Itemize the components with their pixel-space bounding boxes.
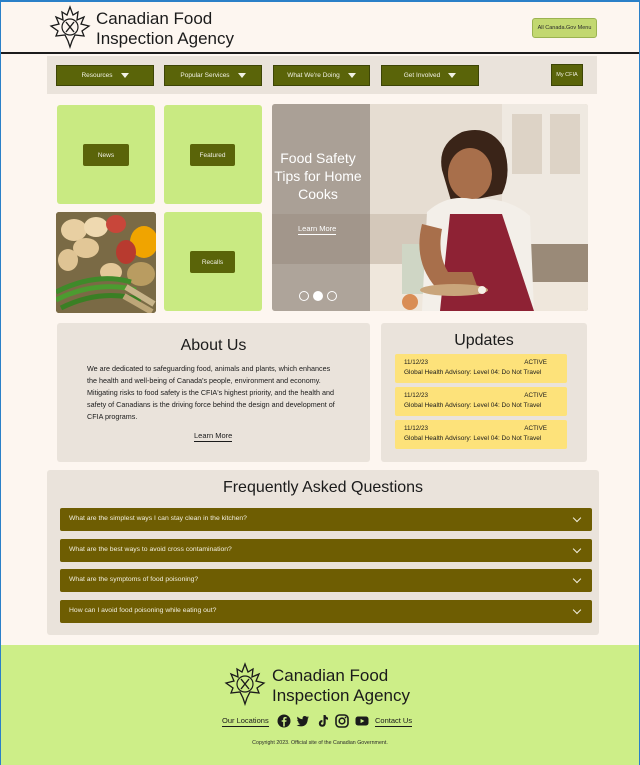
chevron-down-icon: [572, 544, 582, 554]
maple-leaf-logo-icon[interactable]: [223, 662, 267, 706]
our-locations-link[interactable]: Our Locations: [222, 716, 269, 727]
recalls-button[interactable]: Recalls: [190, 251, 235, 273]
faq-title: Frequently Asked Questions: [222, 479, 424, 496]
copyright-text: Copyright 2023. Official site of the Can…: [252, 740, 388, 746]
nav-what-were-doing-button[interactable]: What We're Doing: [273, 65, 370, 86]
faq-item[interactable]: What are the simplest ways I can stay cl…: [60, 508, 592, 531]
youtube-icon[interactable]: [355, 714, 369, 728]
update-item[interactable]: 11/12/23 ACTIVE Global Health Advisory: …: [395, 387, 567, 416]
caret-down-icon: [120, 73, 129, 78]
faq-question: How can I avoid food poisoning while eat…: [69, 607, 217, 614]
faq-item[interactable]: What are the best ways to avoid cross co…: [60, 539, 592, 562]
facebook-icon[interactable]: [277, 714, 291, 728]
news-button[interactable]: News: [83, 144, 129, 166]
update-text: Global Health Advisory: Level 04: Do Not…: [404, 369, 542, 376]
faq-question: What are the symptoms of food poisoning?: [69, 576, 199, 583]
hero-learn-more-link[interactable]: Learn More: [298, 224, 337, 235]
hero-text-overlay: [272, 104, 370, 311]
update-status: ACTIVE: [524, 425, 547, 432]
update-text: Global Health Advisory: Level 04: Do Not…: [404, 402, 542, 409]
about-section: About Us We are dedicated to safeguardin…: [57, 323, 370, 462]
site-header: Canadian Food Inspection Agency All Cana…: [1, 2, 639, 54]
twitter-icon[interactable]: [296, 714, 310, 728]
update-date: 11/12/23: [404, 425, 429, 432]
vegetables-image: [56, 212, 156, 313]
hero-carousel[interactable]: Food Safety Tips for Home Cooks Learn Mo…: [272, 104, 588, 311]
about-title: About Us: [180, 337, 247, 354]
update-date: 11/12/23: [404, 359, 429, 366]
nav-popular-services-button[interactable]: Popular Services: [164, 65, 262, 86]
faq-question: What are the simplest ways I can stay cl…: [69, 515, 247, 522]
chevron-down-icon: [572, 513, 582, 523]
faq-section: Frequently Asked Questions What are the …: [47, 470, 599, 635]
maple-leaf-logo-icon[interactable]: [48, 5, 92, 49]
update-item[interactable]: 11/12/23 ACTIVE Global Health Advisory: …: [395, 420, 567, 449]
featured-button[interactable]: Featured: [190, 144, 235, 166]
faq-item[interactable]: How can I avoid food poisoning while eat…: [60, 600, 592, 623]
nav-label: Popular Services: [180, 72, 230, 79]
canada-gov-menu-button[interactable]: All Canada.Gov Menu: [532, 18, 597, 38]
tiktok-icon[interactable]: [316, 714, 330, 728]
faq-item[interactable]: What are the symptoms of food poisoning?: [60, 569, 592, 592]
footer-brand-line-2: Inspection Agency: [272, 686, 410, 705]
nav-label: What We're Doing: [287, 72, 340, 79]
caret-down-icon: [448, 73, 457, 78]
update-status: ACTIVE: [524, 359, 547, 366]
about-learn-more-link[interactable]: Learn More: [194, 431, 233, 442]
updates-section: Updates 11/12/23 ACTIVE Global Health Ad…: [381, 323, 587, 462]
update-item[interactable]: 11/12/23 ACTIVE Global Health Advisory: …: [395, 354, 567, 383]
chevron-down-icon: [572, 574, 582, 584]
caret-down-icon: [237, 73, 246, 78]
footer-brand-line-1: Canadian Food: [272, 666, 389, 685]
my-cfia-button[interactable]: My CFIA: [551, 64, 583, 86]
nav-resources-button[interactable]: Resources: [56, 65, 154, 86]
vegetables-illustration: [56, 212, 156, 313]
about-body: We are dedicated to safeguarding food, a…: [87, 364, 335, 421]
chevron-down-icon: [572, 605, 582, 615]
contact-us-link[interactable]: Contact Us: [375, 716, 413, 727]
brand-name[interactable]: Canadian Food Inspection Agency: [96, 9, 234, 49]
update-date: 11/12/23: [404, 392, 429, 399]
nav-label: Resources: [81, 72, 113, 79]
hero-title: Food Safety Tips for Home Cooks: [274, 150, 362, 202]
instagram-icon[interactable]: [335, 714, 349, 728]
carousel-dot-3[interactable]: [327, 291, 337, 301]
updates-title: Updates: [454, 332, 514, 349]
carousel-dot-1[interactable]: [299, 291, 309, 301]
update-text: Global Health Advisory: Level 04: Do Not…: [404, 435, 542, 442]
faq-question: What are the best ways to avoid cross co…: [69, 546, 232, 553]
nav-get-involved-button[interactable]: Get Involved: [381, 65, 479, 86]
carousel-dot-2-active[interactable]: [313, 291, 323, 301]
brand-line-2: Inspection Agency: [96, 29, 234, 48]
brand-line-1: Canadian Food: [96, 9, 213, 28]
nav-label: Get Involved: [403, 72, 441, 79]
update-status: ACTIVE: [524, 392, 547, 399]
footer-brand-name[interactable]: Canadian Food Inspection Agency: [272, 666, 410, 706]
caret-down-icon: [347, 73, 356, 78]
site-footer: Canadian Food Inspection Agency Our Loca…: [1, 645, 639, 765]
